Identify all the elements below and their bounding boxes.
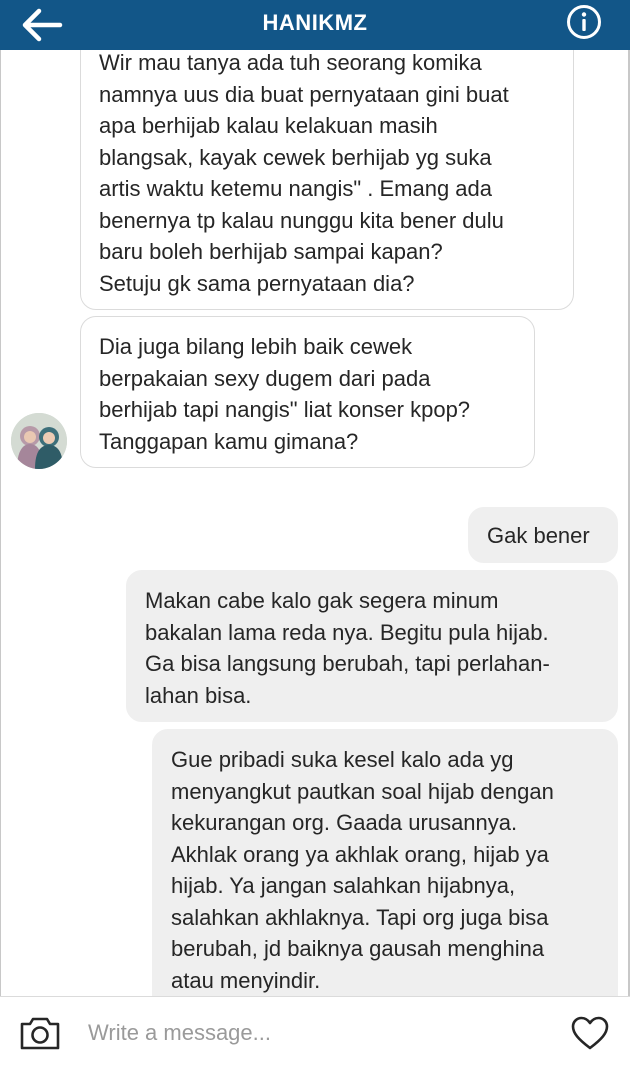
incoming-message: Wir mau tanya ada tuh seorang komika nam… [80,50,574,310]
message-composer [0,996,630,1066]
outgoing-message: Gue pribadi suka kesel kalo ada yg menya… [152,729,618,996]
message-input[interactable] [88,1015,538,1051]
incoming-message: Dia juga bilang lebih baik cewek berpaka… [80,316,535,468]
conversation-title: HANIKMZ [262,10,368,35]
outgoing-message: Gak bener [468,507,618,563]
sender-avatar[interactable] [11,413,67,469]
frame-border-left [0,50,1,996]
message-thread[interactable]: Wir mau tanya ada tuh seorang komika nam… [0,50,630,996]
info-circle-icon[interactable] [566,4,602,40]
camera-icon[interactable] [18,1015,62,1051]
chat-header: HANIKMZ [0,0,630,50]
heart-icon[interactable] [570,1015,610,1051]
outgoing-message: Makan cabe kalo gak segera minum bakalan… [126,570,618,722]
